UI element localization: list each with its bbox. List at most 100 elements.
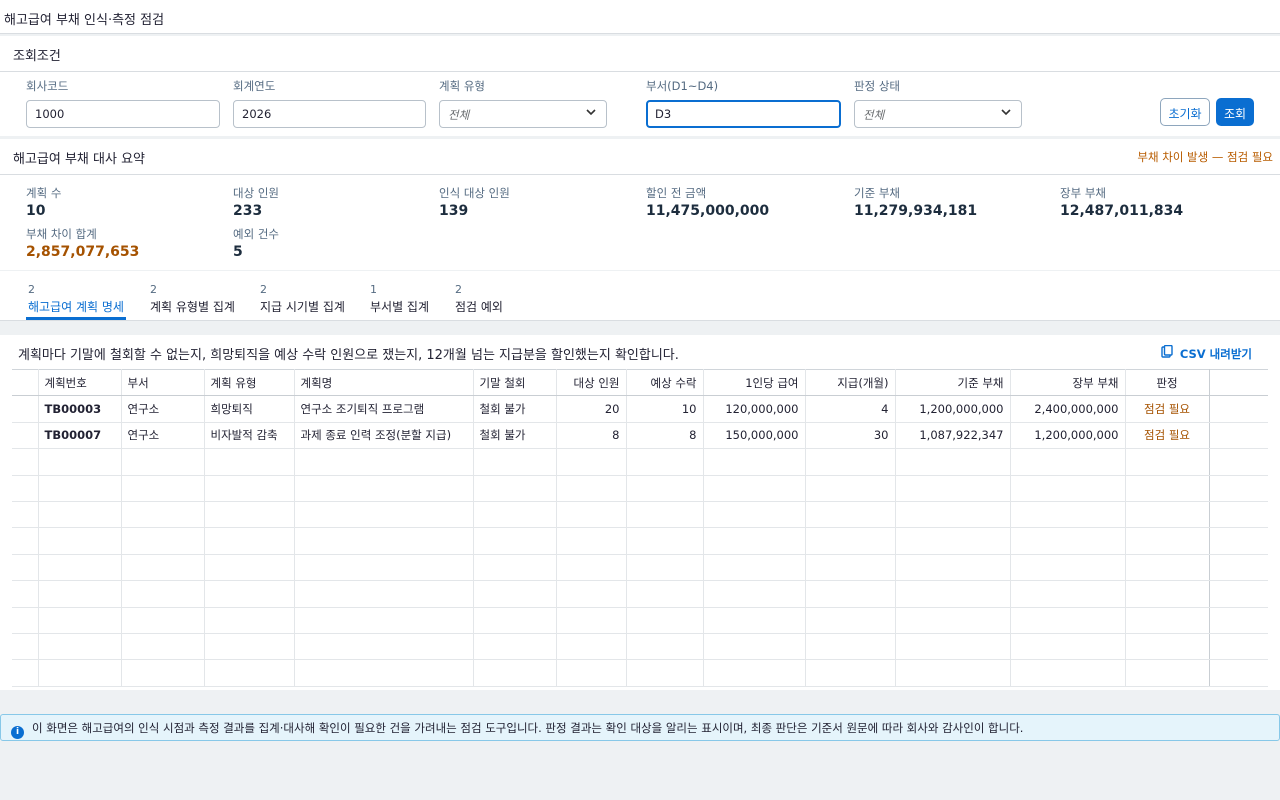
cell-book-liability: 1,200,000,000 xyxy=(1010,422,1126,450)
reset-button[interactable]: 초기화 xyxy=(1160,98,1210,126)
fiscal-year-field: 회계연도 2026 xyxy=(233,78,426,128)
tab-label: 부서별 집계 xyxy=(370,300,430,314)
grid-description: 계획마다 기말에 철회할 수 없는지, 희망퇴직을 예상 수락 인원으로 쟀는지… xyxy=(18,348,679,363)
plan-grid-panel: 계획마다 기말에 철회할 수 없는지, 희망퇴직을 예상 수락 인원으로 쟀는지… xyxy=(0,335,1280,690)
row-selector-header xyxy=(12,368,39,397)
column-header[interactable]: 대상 인원 xyxy=(556,368,627,397)
cell-plan-number: TB00003 xyxy=(38,395,122,423)
kpi-recognized-headcount: 인식 대상 인원 139 xyxy=(439,185,510,219)
kpi-value: 233 xyxy=(233,203,263,219)
column-header[interactable]: 판정 xyxy=(1125,368,1210,397)
search-button[interactable]: 조회 xyxy=(1216,98,1254,126)
cell-per-person-benefit: 150,000,000 xyxy=(703,422,806,450)
kpi-label: 기준 부채 xyxy=(854,186,900,200)
kpi-value: 10 xyxy=(26,203,46,219)
department-field: 부서(D1~D4) D3 xyxy=(646,78,841,128)
fiscal-year-input[interactable]: 2026 xyxy=(233,100,426,128)
judgment-value: 전체 xyxy=(863,108,885,122)
tab-exceptions[interactable]: 2 점검 예외 xyxy=(455,283,503,321)
tab-plan-details[interactable]: 2 해고급여 계획 명세 xyxy=(28,283,124,321)
judgment-select[interactable]: 전체 xyxy=(854,100,1022,128)
table-row[interactable]: TB00003 연구소 희망퇴직 연구소 조기퇴직 프로그램 철회 불가 20 … xyxy=(12,395,1268,423)
kpi-value: 139 xyxy=(439,203,469,219)
row-selector[interactable] xyxy=(12,422,39,450)
tab-by-department[interactable]: 1 부서별 집계 xyxy=(370,283,429,321)
tab-bar: 2 해고급여 계획 명세 2 계획 유형별 집계 2 지급 시기별 집계 1 부… xyxy=(0,271,1280,321)
table-header-row: 계획번호 부서 계획 유형 계획명 기말 철회 대상 인원 예상 수락 1인당 … xyxy=(12,368,1268,397)
summary-title: 해고급여 부채 대사 요약 xyxy=(13,152,145,167)
judgment-field: 판정 상태 전체 xyxy=(854,78,1022,128)
cell-payment-months: 4 xyxy=(805,395,896,423)
tab-count: 2 xyxy=(455,283,462,296)
empty-row xyxy=(12,554,1268,582)
tab-count: 2 xyxy=(28,283,35,296)
cell-reference-liability: 1,087,922,347 xyxy=(895,422,1011,450)
column-header[interactable]: 예상 수락 xyxy=(626,368,704,397)
tab-by-plan-type[interactable]: 2 계획 유형별 집계 xyxy=(150,283,235,321)
plan-type-select[interactable]: 전체 xyxy=(439,100,607,128)
cell-department: 연구소 xyxy=(121,422,205,450)
kpi-value: 11,279,934,181 xyxy=(854,203,978,219)
kpi-value: 2,857,077,653 xyxy=(26,244,140,260)
info-icon: i xyxy=(11,726,24,739)
cell-plan-type: 비자발적 감축 xyxy=(204,422,295,450)
tab-count: 2 xyxy=(260,283,267,296)
column-header[interactable]: 계획명 xyxy=(294,368,474,397)
company-code-label: 회사코드 xyxy=(26,79,69,93)
empty-row xyxy=(12,633,1268,661)
kpi-value: 11,475,000,000 xyxy=(646,203,770,219)
row-selector[interactable] xyxy=(12,395,39,423)
kpi-target-headcount: 대상 인원 233 xyxy=(233,185,279,219)
plan-table: 계획번호 부서 계획 유형 계획명 기말 철회 대상 인원 예상 수락 1인당 … xyxy=(12,368,1268,687)
tab-label: 지급 시기별 집계 xyxy=(260,300,345,314)
kpi-undiscounted-amount: 할인 전 금액 11,475,000,000 xyxy=(646,185,769,219)
kpi-label: 계획 수 xyxy=(26,186,62,200)
filter-panel: 조회조건 회사코드 1000 회계연도 2026 계획 유형 전체 부서(D1~… xyxy=(0,36,1280,136)
plan-type-value: 전체 xyxy=(448,108,470,122)
column-header[interactable]: 부서 xyxy=(121,368,205,397)
empty-row xyxy=(12,475,1268,502)
empty-row xyxy=(12,527,1268,555)
column-header[interactable]: 기준 부채 xyxy=(895,368,1011,397)
cell-plan-name: 연구소 조기퇴직 프로그램 xyxy=(294,395,474,423)
active-tab-indicator xyxy=(26,317,126,320)
kpi-exception-count: 예외 건수 5 xyxy=(233,226,279,260)
clipboard-icon xyxy=(1161,344,1177,361)
csv-download-label: CSV 내려받기 xyxy=(1179,347,1252,361)
empty-row xyxy=(12,659,1268,687)
grid-header: 계획마다 기말에 철회할 수 없는지, 희망퇴직을 예상 수락 인원으로 쟀는지… xyxy=(0,335,1280,369)
column-header[interactable]: 계획번호 xyxy=(38,368,122,397)
column-header[interactable]: 지급(개월) xyxy=(805,368,896,397)
chevron-down-icon xyxy=(1001,107,1011,120)
csv-download-button[interactable]: CSV 내려받기 xyxy=(1161,344,1252,362)
kpi-label: 장부 부채 xyxy=(1060,186,1106,200)
company-code-field: 회사코드 1000 xyxy=(26,78,220,128)
company-code-input[interactable]: 1000 xyxy=(26,100,220,128)
tab-count: 1 xyxy=(370,283,377,296)
cell-plan-type: 희망퇴직 xyxy=(204,395,295,423)
column-header[interactable]: 기말 철회 xyxy=(473,368,557,397)
empty-column-header xyxy=(1209,368,1268,397)
cell-plan-number: TB00007 xyxy=(38,422,122,450)
kpi-label: 대상 인원 xyxy=(233,186,279,200)
kpi-reference-liability: 기준 부채 11,279,934,181 xyxy=(854,185,977,219)
table-row[interactable]: TB00007 연구소 비자발적 감축 과제 종료 인력 조정(분할 지급) 철… xyxy=(12,422,1268,450)
page-title: 해고급여 부채 인식·측정 점검 xyxy=(0,0,1280,34)
column-header[interactable]: 장부 부채 xyxy=(1010,368,1126,397)
cell-payment-months: 30 xyxy=(805,422,896,450)
tab-label: 해고급여 계획 명세 xyxy=(28,300,124,314)
tab-by-payment-timing[interactable]: 2 지급 시기별 집계 xyxy=(260,283,345,321)
column-header[interactable]: 계획 유형 xyxy=(204,368,295,397)
department-input[interactable]: D3 xyxy=(646,100,841,128)
filter-title: 조회조건 xyxy=(0,36,1280,72)
tab-count: 2 xyxy=(150,283,157,296)
cell-department: 연구소 xyxy=(121,395,205,423)
kpi-plan-count: 계획 수 10 xyxy=(26,185,61,219)
kpi-label: 부채 차이 합계 xyxy=(26,227,97,241)
info-text: 이 화면은 해고급여의 인식 시점과 측정 결과를 집계·대사해 확인이 필요한… xyxy=(32,721,1024,735)
judgment-label: 판정 상태 xyxy=(854,79,900,93)
kpi-value: 12,487,011,834 xyxy=(1060,203,1184,219)
column-header[interactable]: 1인당 급여 xyxy=(703,368,806,397)
plan-type-label: 계획 유형 xyxy=(439,79,485,93)
kpi-book-liability: 장부 부채 12,487,011,834 xyxy=(1060,185,1183,219)
